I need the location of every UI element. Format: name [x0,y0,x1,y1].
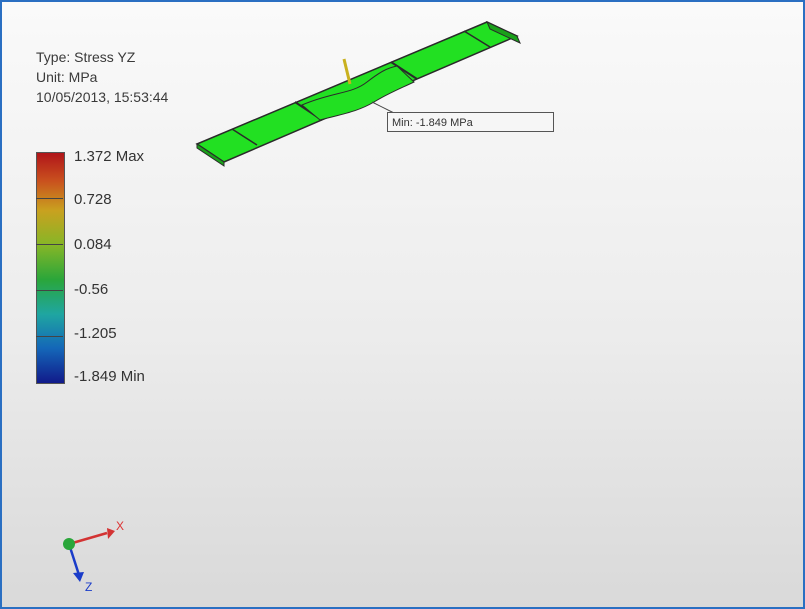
triad-z-arrow-icon [73,572,84,582]
legend-tick [36,198,63,199]
legend-label: 0.728 [74,191,112,208]
triad-x-arrow-icon [107,528,115,539]
legend-label: -0.56 [74,281,109,298]
triad-origin-icon [63,538,75,550]
legend-label-max: 1.372 Max [74,148,145,165]
result-info: Type: Stress YZ Unit: MPa 10/05/2013, 15… [36,47,168,107]
legend-tick [36,290,63,291]
color-legend: 1.372 Max 0.728 0.084 -0.56 -1.205 -1.84… [36,148,176,392]
legend-label: 0.084 [74,236,112,253]
min-value-text: Min: -1.849 MPa [392,117,473,129]
min-value-callout[interactable]: Min: -1.849 MPa [387,112,554,132]
triad-x-label: X [116,519,125,533]
legend-label: -1.205 [74,325,117,342]
triad-z-label: Z [85,580,93,594]
legend-label-min: -1.849 Min [74,368,145,385]
view-triad[interactable] [57,517,137,597]
legend-tick [36,244,63,245]
legend-color-bar [36,152,65,384]
result-timestamp: 10/05/2013, 15:53:44 [36,89,169,105]
result-type: Type: Stress YZ [36,49,136,65]
graphics-viewport[interactable]: Type: Stress YZ Unit: MPa 10/05/2013, 15… [0,0,805,609]
legend-tick [36,336,63,337]
result-unit: Unit: MPa [36,69,98,85]
